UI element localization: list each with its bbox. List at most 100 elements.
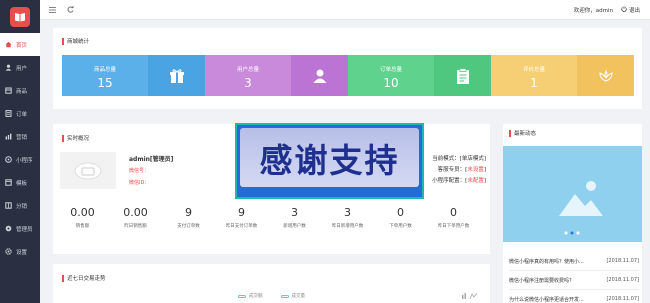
stat-value: 1 [530,76,538,90]
stat-label: 订单总量 [379,67,402,73]
title-accent [509,129,511,137]
sidebar-item-goods[interactable]: 商品 [0,79,40,102]
metric-label: 销售额 [75,224,90,229]
topbar: 欢迎你，admin 退出 [40,0,650,20]
sidebar: 首页 用户 商品 订单 营销 小程序 模板 分销 管理员 设置 [0,0,40,303]
metric-label: 昨日销售额 [124,224,147,229]
sidebar-item-users[interactable]: 用户 [0,56,40,79]
sidebar-item-marketing[interactable]: 营销 [0,125,40,148]
wechat-account: 微信号： [129,168,150,174]
template-icon [5,179,12,186]
metric-value: 0 [397,206,404,219]
sidebar-item-label: 订单 [16,111,28,118]
card-title: 最新动态 [509,129,536,137]
stat-goods[interactable]: 商品总量 15 [62,55,205,96]
card-title-text: 最新动态 [514,131,537,137]
clipboard-icon [434,55,491,96]
metric-value: 9 [185,206,192,219]
stat-value: 10 [383,76,399,90]
news-carousel[interactable] [503,146,642,242]
sidebar-item-label: 小程序 [16,157,33,164]
news-item[interactable]: 微信小程序注册需要收费吗？ [2018.11.07] [509,271,639,290]
sidebar-item-label: 营销 [16,134,28,141]
mode-end: ] [483,156,486,162]
chart-toolbox-icon[interactable] [462,292,478,301]
metric-value: 3 [344,206,351,219]
miniprogram-config: 小程序配置：[未配置] [432,176,486,184]
legend-swatch [238,294,246,298]
metric-value: 0.00 [123,206,148,219]
welcome-text: 欢迎你，admin [573,7,613,14]
profile-name: admin[管理员] [129,156,174,163]
news-item[interactable]: 微信小程序真的有用吗？使用小... [2018.11.07] [509,252,639,271]
book-logo-icon [10,6,30,27]
sidebar-item-miniprogram[interactable]: 小程序 [0,148,40,171]
stat-reviews[interactable]: 评价总量 1 [491,55,634,96]
sidebar-item-orders[interactable]: 订单 [0,102,40,125]
banner-text: 感谢支持 [259,140,400,180]
sidebar-item-admin[interactable]: 管理员 [0,217,40,240]
legend-item[interactable]: 成交额 [238,293,263,299]
card-title-text: 实时概况 [67,136,90,142]
gift-icon [148,55,205,96]
user-silhouette-icon [291,55,348,96]
sidebar-item-distribution[interactable]: 分销 [0,194,40,217]
service-end: ] [483,167,486,173]
miniprogram-icon [5,156,12,163]
sidebar-item-label: 用户 [16,65,28,72]
sidebar-item-label: 管理员 [16,226,33,233]
sidebar-item-settings[interactable]: 设置 [0,240,40,263]
stat-users[interactable]: 用户总量 3 [205,55,348,96]
metric-item: 0 下单用户数 [374,206,427,229]
image-placeholder-icon [559,181,603,235]
service-agent: 客服专员：[未设置] [438,165,486,173]
store-stats-card: 商城统计 商品总量 15 用户总量 3 订单总量 10 评价总量 1 [53,28,642,109]
sidebar-item-home[interactable]: 首页 [0,33,40,56]
stat-value: 3 [244,76,252,90]
news-title: 微信小程序注册需要收费吗？ [509,277,575,284]
legend-label: 成交额 [249,294,263,299]
user-icon [5,64,12,71]
stats-row: 商品总量 15 用户总量 3 订单总量 10 评价总量 1 [62,55,634,96]
store-mode: 当前模式：[单店模式] [432,154,486,162]
order-icon [5,110,12,117]
sidebar-item-label: 分销 [16,203,28,210]
legend-swatch [280,294,289,298]
stat-orders[interactable]: 订单总量 10 [348,55,491,96]
admin-icon [5,225,12,232]
card-title-text: 近七日交易走势 [67,276,106,282]
home-icon [5,41,12,48]
news-list: 微信小程序真的有用吗？使用小... [2018.11.07] 微信小程序注册需要收… [509,252,639,303]
logout-button[interactable]: 退出 [621,5,640,14]
wechat-id: 微信ID： [129,180,150,186]
title-accent [62,134,64,142]
sidebar-item-template[interactable]: 模板 [0,171,40,194]
metric-label: 昨日下单用户数 [437,224,470,229]
stat-label: 评价总量 [522,67,545,73]
logo[interactable] [0,0,40,33]
metric-item: 0.00 销售额 [56,206,109,229]
card-title: 实时概况 [62,134,89,142]
legend-label: 成交量 [291,294,306,299]
sidebar-nav: 首页 用户 商品 订单 营销 小程序 模板 分销 管理员 设置 [0,33,40,263]
metric-item: 3 新增用户数 [268,206,321,229]
mini-value[interactable]: 未配置 [467,178,484,184]
metric-item: 9 支付订单数 [162,206,215,229]
metric-label: 昨日新增用户数 [331,224,364,229]
thanks-banner: 感谢支持 [235,123,424,199]
sidebar-item-label: 设置 [16,249,28,256]
legend-item[interactable]: 成交量 [280,293,306,299]
stat-label: 商品总量 [93,67,116,73]
sidebar-item-label: 商品 [16,88,28,95]
settings-icon [5,248,12,255]
service-value[interactable]: 未设置 [467,167,484,173]
news-item[interactable]: 为什么说微信小程序更适合开发... [2018.11.07] [509,290,639,303]
menu-toggle-icon[interactable] [46,4,58,16]
stat-label: 用户总量 [236,67,259,73]
flower-icon [577,55,634,96]
news-title: 微信小程序真的有用吗？使用小... [509,258,584,265]
news-title: 为什么说微信小程序更适合开发... [509,296,584,303]
card-title: 近七日交易走势 [62,274,106,282]
refresh-icon[interactable] [64,4,76,16]
logout-label: 退出 [628,7,640,14]
